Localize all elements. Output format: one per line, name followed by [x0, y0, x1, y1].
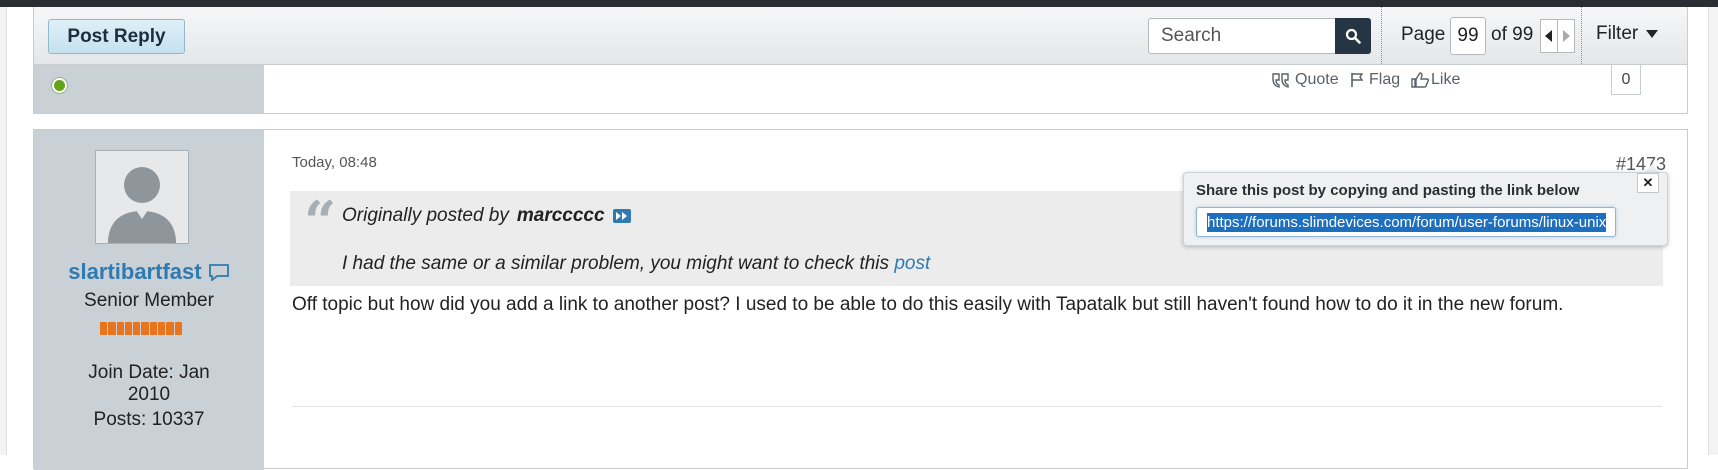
- search-button[interactable]: [1335, 18, 1371, 54]
- flag-label: Flag: [1369, 71, 1401, 88]
- user-rank: Senior Member: [84, 290, 214, 311]
- thumbs-up-icon: [1411, 72, 1429, 88]
- quote-attribution: Originally posted by marccccc: [342, 205, 631, 227]
- quote-post-link[interactable]: post: [894, 253, 930, 274]
- right-edge: [1708, 7, 1718, 455]
- user-panel: slartibartfast Senior Member Join Date: …: [34, 130, 264, 470]
- like-button[interactable]: Like: [1411, 71, 1460, 89]
- close-button[interactable]: ✕: [1637, 173, 1659, 193]
- thread-toolbar: Post Reply Page of 99 Filter: [33, 7, 1688, 65]
- flag-icon: [1351, 73, 1364, 87]
- search-icon: [1345, 28, 1361, 44]
- post-body: Off topic but how did you add a link to …: [292, 294, 1564, 315]
- search-input[interactable]: [1148, 18, 1336, 54]
- flag-button[interactable]: Flag: [1350, 71, 1400, 89]
- quote-text: I had the same or a similar problem, you…: [342, 253, 930, 275]
- join-date: Join Date: Jan 2010: [88, 362, 210, 405]
- page-number-input[interactable]: [1450, 17, 1486, 55]
- page-total: of 99: [1491, 24, 1534, 45]
- filter-label: Filter: [1596, 23, 1639, 44]
- filter-dropdown[interactable]: Filter: [1596, 23, 1659, 45]
- share-popup-title: Share this post by copying and pasting t…: [1196, 182, 1580, 199]
- post-reply-button[interactable]: Post Reply: [48, 19, 185, 54]
- username-link[interactable]: slartibartfast: [34, 258, 264, 285]
- quote-label: Quote: [1295, 71, 1339, 88]
- previous-post: Quote Flag Like 0: [33, 65, 1688, 114]
- reputation-bar: [100, 322, 182, 335]
- browser-top-bar: [0, 0, 1718, 7]
- username: slartibartfast: [68, 259, 202, 285]
- arrow-left-icon: [1545, 30, 1552, 42]
- page-label: Page: [1401, 24, 1446, 45]
- next-page-button[interactable]: [1557, 19, 1575, 53]
- left-edge: [0, 7, 7, 455]
- post-date: Today, 08:48: [292, 154, 377, 171]
- share-link-text: https://forums.slimdevices.com/forum/use…: [1207, 212, 1607, 232]
- search-box: [1148, 18, 1336, 54]
- online-status-icon: [52, 78, 67, 93]
- like-label: Like: [1431, 71, 1461, 88]
- default-avatar-icon: [108, 167, 176, 243]
- post-footer-divider: [292, 406, 1662, 407]
- prev-page-button[interactable]: [1540, 19, 1558, 53]
- like-count: 0: [1611, 65, 1641, 95]
- chat-bubble-icon[interactable]: [208, 263, 230, 283]
- quote-prefix: Originally posted by: [342, 205, 509, 226]
- share-link-field[interactable]: https://forums.slimdevices.com/forum/use…: [1196, 207, 1616, 237]
- quote-body: I had the same or a similar problem, you…: [342, 253, 890, 274]
- toolbar-divider: [1581, 7, 1582, 64]
- avatar[interactable]: [95, 150, 189, 244]
- quote-button[interactable]: Quote: [1272, 71, 1339, 89]
- post-count: Posts: 10337: [93, 409, 205, 430]
- jump-to-post-icon[interactable]: [612, 209, 631, 223]
- previous-post-user-panel: [34, 65, 264, 113]
- quote-icon: [1272, 72, 1289, 88]
- quote-author: marccccc: [516, 205, 605, 226]
- share-popup: Share this post by copying and pasting t…: [1183, 172, 1668, 246]
- caret-down-icon: [1646, 30, 1659, 38]
- quote-mark-icon: “: [304, 189, 337, 255]
- toolbar-divider: [1381, 7, 1382, 64]
- arrow-right-icon: [1563, 30, 1570, 42]
